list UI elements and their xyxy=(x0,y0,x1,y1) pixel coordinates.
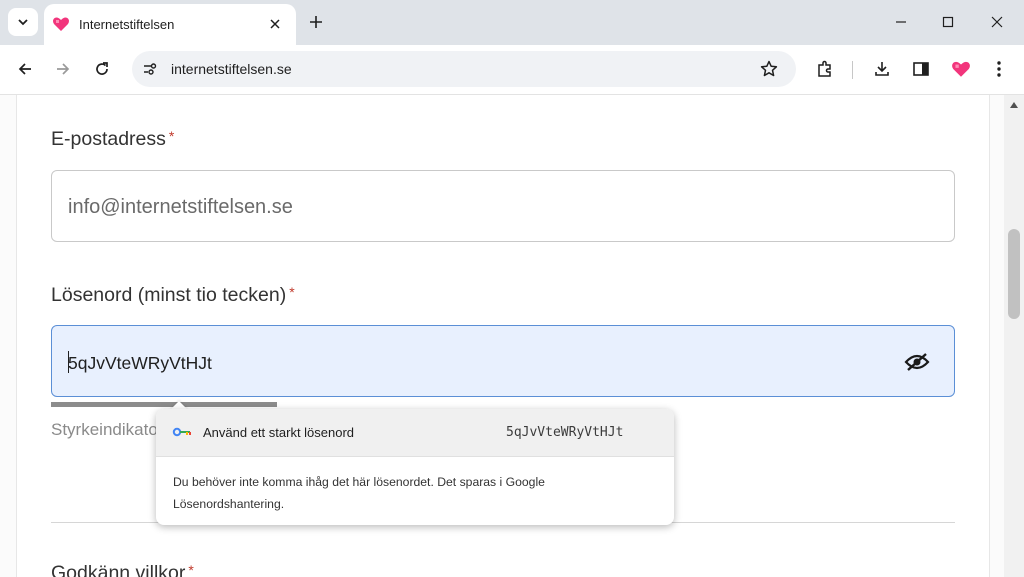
site-info-icon xyxy=(144,63,157,75)
browser-toolbar: internetstiftelsen.se xyxy=(0,45,1024,95)
downloads-button[interactable] xyxy=(868,55,896,83)
required-marker: * xyxy=(289,284,295,300)
popup-info-text: Du behöver inte komma ihåg det här lösen… xyxy=(173,475,545,511)
new-tab-button[interactable] xyxy=(304,10,328,34)
tab-strip: Internetstiftelsen xyxy=(0,0,1024,45)
terms-label-text: Godkänn villkor xyxy=(51,562,186,577)
password-label-text: Lösenord (minst tio tecken) xyxy=(51,284,287,306)
minimize-button[interactable] xyxy=(888,10,914,34)
url-text[interactable]: internetstiftelsen.se xyxy=(171,61,292,77)
required-marker: * xyxy=(188,562,194,577)
minimize-icon xyxy=(896,21,906,23)
strength-meter xyxy=(51,402,277,407)
browser-menu-button[interactable] xyxy=(985,55,1013,83)
forward-button[interactable] xyxy=(49,55,77,83)
toggle-password-visibility[interactable] xyxy=(904,351,930,373)
password-label: Lösenord (minst tio tecken) * xyxy=(51,284,295,307)
scrollbar-thumb[interactable] xyxy=(1008,229,1020,319)
suggested-password: 5qJvVteWRyVtHJt xyxy=(506,425,624,440)
toolbar-separator xyxy=(852,61,853,79)
password-field[interactable]: 5qJvVteWRyVtHJt xyxy=(51,325,955,397)
heart-icon xyxy=(952,61,970,77)
email-field[interactable]: info@internetstiftelsen.se xyxy=(51,170,955,242)
star-icon xyxy=(760,60,778,77)
maximize-icon xyxy=(942,16,954,28)
plus-icon xyxy=(310,16,322,28)
key-icon xyxy=(172,427,191,437)
side-panel-icon xyxy=(913,62,929,76)
tab-close-button[interactable] xyxy=(266,15,284,33)
vertical-scrollbar[interactable] xyxy=(1004,95,1024,577)
email-value: info@internetstiftelsen.se xyxy=(68,196,293,218)
site-info-button[interactable] xyxy=(140,59,160,79)
required-marker: * xyxy=(168,128,175,144)
side-panel-button[interactable] xyxy=(907,55,935,83)
heart-icon xyxy=(53,17,69,31)
tab-search-button[interactable] xyxy=(8,8,38,36)
extension-heart-button[interactable] xyxy=(947,55,975,83)
text-caret xyxy=(68,351,69,373)
email-label: E-postadress * xyxy=(51,128,174,151)
tab-internetstiftelsen[interactable]: Internetstiftelsen xyxy=(44,4,296,45)
triangle-up-icon xyxy=(1010,102,1018,108)
close-icon xyxy=(270,19,280,29)
terms-label: Godkänn villkor * xyxy=(51,562,194,577)
popup-divider xyxy=(156,456,674,457)
eye-off-icon xyxy=(904,353,930,371)
extensions-icon xyxy=(818,60,831,77)
extensions-button[interactable] xyxy=(811,55,839,83)
password-suggestion-popup: Använd ett starkt lösenord 5qJvVteWRyVtH… xyxy=(156,409,674,525)
reload-icon xyxy=(96,62,108,75)
download-icon xyxy=(875,62,889,76)
password-value: 5qJvVteWRyVtHJt xyxy=(68,353,212,373)
close-icon xyxy=(991,16,1003,28)
suggest-label: Använd ett starkt lösenord xyxy=(203,425,355,440)
back-icon xyxy=(18,63,31,75)
menu-icon xyxy=(997,61,1001,77)
maximize-button[interactable] xyxy=(935,10,961,34)
chevron-down-icon xyxy=(18,19,28,26)
close-window-button[interactable] xyxy=(984,10,1010,34)
back-button[interactable] xyxy=(11,55,39,83)
bookmark-button[interactable] xyxy=(758,58,780,80)
use-strong-password-option[interactable]: Använd ett starkt lösenord 5qJvVteWRyVtH… xyxy=(156,409,674,456)
address-bar[interactable]: internetstiftelsen.se xyxy=(132,51,796,87)
strength-hint: Styrkeindikator xyxy=(51,420,164,439)
reload-button[interactable] xyxy=(88,55,116,83)
tab-title: Internetstiftelsen xyxy=(79,17,175,32)
forward-icon xyxy=(57,63,70,75)
email-label-text: E-postadress xyxy=(51,128,166,150)
scroll-up-button[interactable] xyxy=(1004,99,1024,111)
